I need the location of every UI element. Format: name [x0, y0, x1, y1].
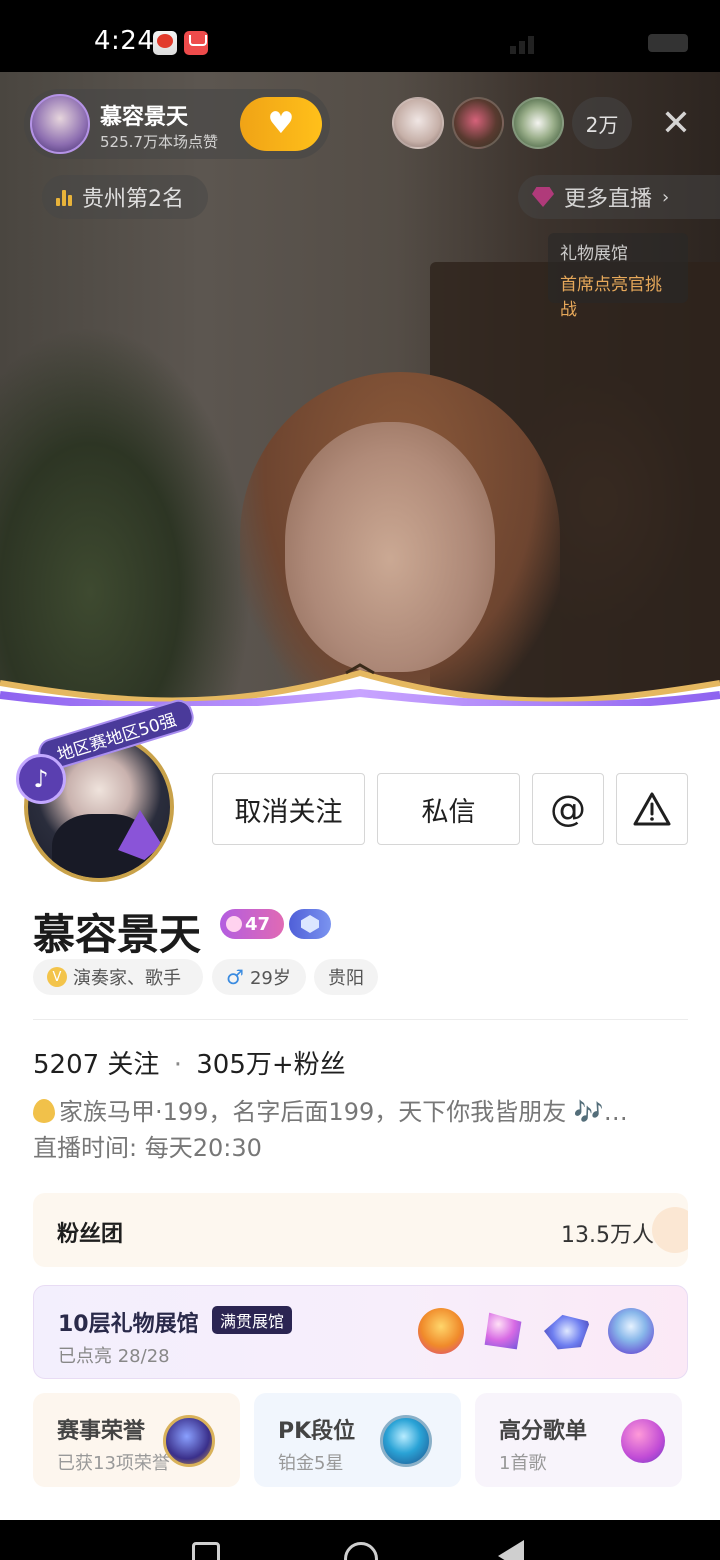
followers-count[interactable]: 305万+粉丝	[196, 1050, 345, 1080]
level-badge: 47	[220, 909, 284, 939]
likes-count: 525.7万本场点赞	[100, 133, 218, 151]
more-live-button[interactable]: 更多直播 ›	[518, 175, 720, 219]
status-bar: 4:24	[0, 0, 720, 72]
warning-icon	[633, 792, 671, 826]
level-icon	[226, 916, 242, 932]
honors-title: 赛事荣誉	[57, 1419, 146, 1444]
trophy-emblem-icon	[163, 1415, 215, 1467]
honors-subtitle: 已获13项荣誉	[57, 1453, 170, 1474]
crystal-ball-gift-icon	[608, 1308, 654, 1354]
gem-icon	[532, 187, 554, 207]
fan-club-count: 13.5万人	[561, 1223, 654, 1248]
profile-avatar-frame[interactable]: 地区赛地区50强 ♪	[16, 696, 198, 884]
gift-gallery-progress: 已点亮 28/28	[58, 1346, 170, 1367]
gender-age-tag: ♂ 29岁	[212, 959, 306, 995]
verified-v-icon: V	[47, 967, 67, 987]
pk-rank-subtitle: 铂金5星	[278, 1453, 344, 1474]
plus-heart-icon: ♥	[267, 106, 295, 141]
status-icons	[510, 32, 690, 54]
signal-icon	[510, 46, 516, 54]
follow-stats: 5207 关注 · 305万+粉丝	[33, 1044, 346, 1081]
viewer-avatar[interactable]	[512, 97, 564, 149]
star-badge-icon	[289, 909, 331, 939]
gift-gallery-title: 10层礼物展馆	[58, 1312, 199, 1337]
report-button[interactable]	[616, 773, 688, 845]
basketball-app-icon	[153, 31, 177, 55]
song-list-title: 高分歌单	[499, 1419, 588, 1444]
bio[interactable]: 家族马甲·199，名字后面199，天下你我皆朋友 🎶…	[33, 1092, 693, 1127]
rank-text: 贵州第2名	[82, 187, 184, 212]
profile-sheet: 地区赛地区50强 ♪ 取消关注 私信 @ 慕容景天 47 V 演奏家、歌手 ♂ …	[0, 696, 720, 1520]
medal-icon	[33, 1099, 55, 1123]
gift-icon	[418, 1308, 464, 1354]
shopping-app-icon	[184, 31, 208, 55]
back-icon[interactable]	[498, 1540, 524, 1560]
divider	[33, 1019, 688, 1020]
occupation-tag: V 演奏家、歌手	[33, 959, 203, 995]
spaceship-gift-icon	[544, 1314, 590, 1350]
song-list-subtitle: 1首歌	[499, 1453, 547, 1474]
system-nav-bar	[0, 1520, 720, 1560]
unfollow-button[interactable]: 取消关注	[212, 773, 365, 845]
region-rank-pill[interactable]: 贵州第2名	[42, 175, 208, 219]
signal-icon	[528, 36, 534, 54]
battery-icon	[648, 34, 688, 52]
gift-hall-popup[interactable]: 礼物展馆 首席点亮官挑战	[548, 233, 688, 320]
fan-club-card[interactable]: 粉丝团 13.5万人	[33, 1193, 688, 1267]
viewer-avatar[interactable]	[392, 97, 444, 149]
host-avatar[interactable]	[30, 94, 90, 154]
male-icon: ♂	[226, 965, 244, 989]
chevron-right-icon: ›	[662, 186, 670, 208]
viewer-count-button[interactable]: 2万	[572, 97, 632, 149]
signal-icon	[519, 41, 525, 54]
honors-card[interactable]: 赛事荣誉 已获13项荣誉	[33, 1393, 240, 1487]
streamer-face	[285, 422, 495, 672]
mention-button[interactable]: @	[532, 773, 604, 845]
home-icon[interactable]	[344, 1542, 378, 1560]
message-button[interactable]: 私信	[377, 773, 520, 845]
gift-gallery-badge: 满贯展馆	[212, 1306, 293, 1334]
host-info-pill[interactable]: 慕容景天 525.7万本场点赞 ♥	[24, 89, 330, 159]
gift-gallery-card[interactable]: 10层礼物展馆 满贯展馆 已点亮 28/28	[33, 1285, 688, 1379]
music-note-emblem-icon: ♪	[16, 754, 66, 804]
following-count[interactable]: 5207 关注	[33, 1050, 159, 1080]
gift-hall-title: 礼物展馆	[560, 244, 628, 264]
status-time: 4:24	[94, 26, 155, 56]
stats-separator: ·	[173, 1050, 182, 1080]
rank-bars-icon	[56, 188, 74, 206]
follow-heart-button[interactable]: ♥	[240, 97, 322, 151]
profile-name: 慕容景天	[33, 910, 202, 959]
rocket-gift-icon	[484, 1312, 522, 1350]
viewer-avatar[interactable]	[452, 97, 504, 149]
pk-rank-card[interactable]: PK段位 铂金5星	[254, 1393, 461, 1487]
pk-rank-title: PK段位	[278, 1419, 356, 1444]
microphone-icon	[621, 1419, 665, 1463]
live-schedule: 直播时间: 每天20:30	[33, 1134, 262, 1162]
song-list-card[interactable]: 高分歌单 1首歌	[475, 1393, 682, 1487]
fan-club-heart-icon	[652, 1207, 688, 1253]
recent-apps-icon[interactable]	[192, 1542, 220, 1560]
pk-rank-emblem-icon	[380, 1415, 432, 1467]
more-live-label: 更多直播	[564, 187, 653, 212]
live-video[interactable]: 慕容景天 525.7万本场点赞 ♥ 2万 ✕ 贵州第2名 更多直播 › 礼物展馆…	[0, 72, 720, 722]
gift-hall-subtitle: 首席点亮官挑战	[560, 275, 662, 320]
city-tag: 贵阳	[314, 959, 378, 995]
close-icon[interactable]: ✕	[656, 104, 696, 144]
host-name: 慕容景天	[100, 105, 189, 130]
fan-club-label: 粉丝团	[57, 1222, 124, 1247]
